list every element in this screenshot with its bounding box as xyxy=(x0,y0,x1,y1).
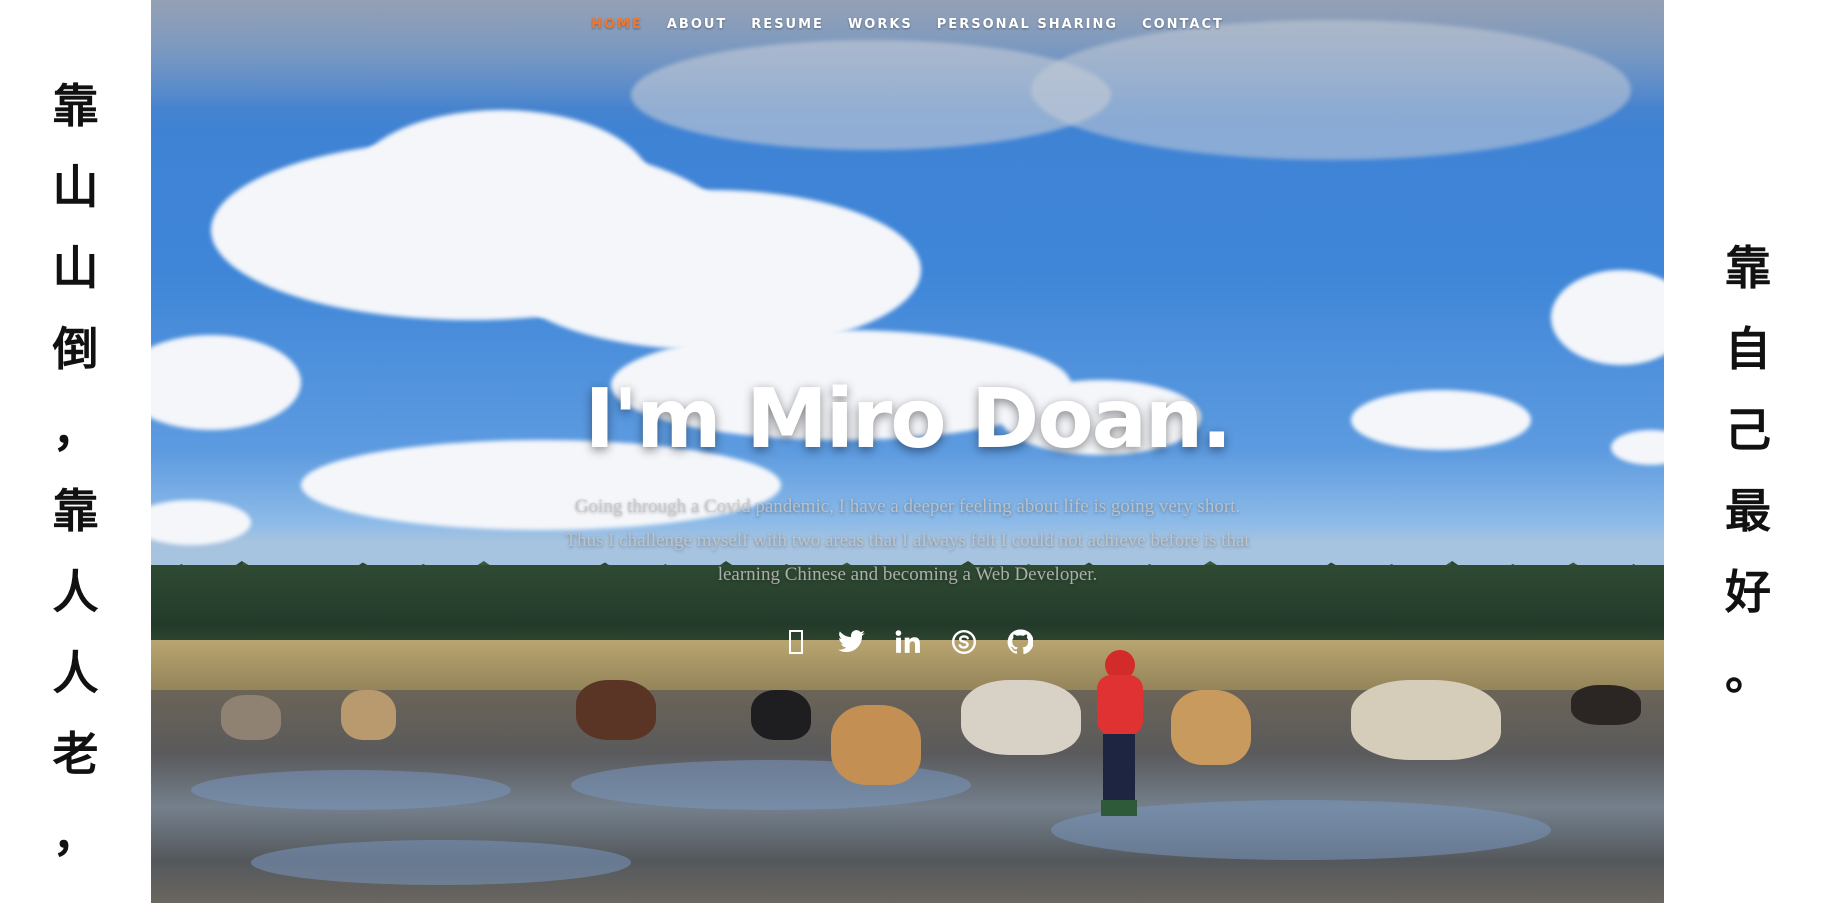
right-char: 己 xyxy=(1725,403,1771,457)
cow xyxy=(221,695,281,740)
nav-works[interactable]: WORKS xyxy=(836,15,925,35)
skype-icon[interactable] xyxy=(950,628,978,656)
cow xyxy=(1571,685,1641,725)
left-side-column: 靠 山 山 倒 ， 靠 人 人 老 ， xyxy=(0,0,151,903)
child-jacket xyxy=(1097,675,1143,735)
right-char: 。 xyxy=(1725,646,1771,700)
cow xyxy=(1171,690,1251,765)
headline: I'm Miro Doan. xyxy=(584,372,1233,467)
cow xyxy=(341,690,396,740)
left-char: 人 xyxy=(52,646,99,700)
twitter-icon[interactable] xyxy=(837,628,866,656)
left-char: 山 xyxy=(52,160,99,214)
right-char: 好 xyxy=(1725,565,1771,619)
nav-home[interactable]: HOME xyxy=(579,15,655,35)
puddle xyxy=(251,840,631,885)
child-boots xyxy=(1101,800,1137,816)
cloud xyxy=(1031,20,1631,160)
right-char: 自 xyxy=(1725,322,1771,376)
facebook-icon[interactable] xyxy=(782,628,810,656)
left-vertical-text: 靠 山 山 倒 ， 靠 人 人 老 ， xyxy=(0,66,151,876)
left-char: 靠 xyxy=(52,484,99,538)
left-char: 倒 xyxy=(52,322,99,376)
github-icon[interactable] xyxy=(1006,628,1034,656)
right-char: 最 xyxy=(1725,484,1771,538)
page: 靠 山 山 倒 ， 靠 人 人 老 ， HOME ABOUT RESUME WO… xyxy=(0,0,1832,903)
cow xyxy=(751,690,811,740)
left-char: ， xyxy=(52,403,99,457)
hero-section: HOME ABOUT RESUME WORKS PERSONAL SHARING… xyxy=(151,0,1664,903)
banner: I'm Miro Doan. Going through a Covid pan… xyxy=(151,372,1664,592)
cow xyxy=(961,680,1081,755)
nav-contact[interactable]: CONTACT xyxy=(1130,15,1236,35)
main-nav: HOME ABOUT RESUME WORKS PERSONAL SHARING… xyxy=(151,15,1664,35)
cow xyxy=(831,705,921,785)
social-links xyxy=(151,628,1664,656)
child-figure xyxy=(1091,650,1147,830)
nav-personal-sharing[interactable]: PERSONAL SHARING xyxy=(925,15,1130,35)
right-char: 靠 xyxy=(1725,241,1771,295)
left-char: 山 xyxy=(52,241,99,295)
left-char: 靠 xyxy=(52,79,99,133)
left-char: 人 xyxy=(52,565,99,619)
cow xyxy=(1351,680,1501,760)
cloud xyxy=(501,190,921,350)
nav-resume[interactable]: RESUME xyxy=(739,15,836,35)
cow xyxy=(576,680,656,740)
right-vertical-text: 靠 自 己 最 好 。 xyxy=(1664,228,1832,714)
cloud xyxy=(1551,270,1664,365)
linkedin-icon[interactable] xyxy=(894,628,922,656)
right-side-column: 靠 自 己 最 好 。 xyxy=(1664,0,1832,903)
tagline: Going through a Covid pandemic, I have a… xyxy=(565,496,1250,585)
nav-about[interactable]: ABOUT xyxy=(655,15,739,35)
child-pants xyxy=(1103,734,1135,804)
left-char: ， xyxy=(52,808,99,862)
puddle xyxy=(191,770,511,810)
left-char: 老 xyxy=(52,727,99,781)
